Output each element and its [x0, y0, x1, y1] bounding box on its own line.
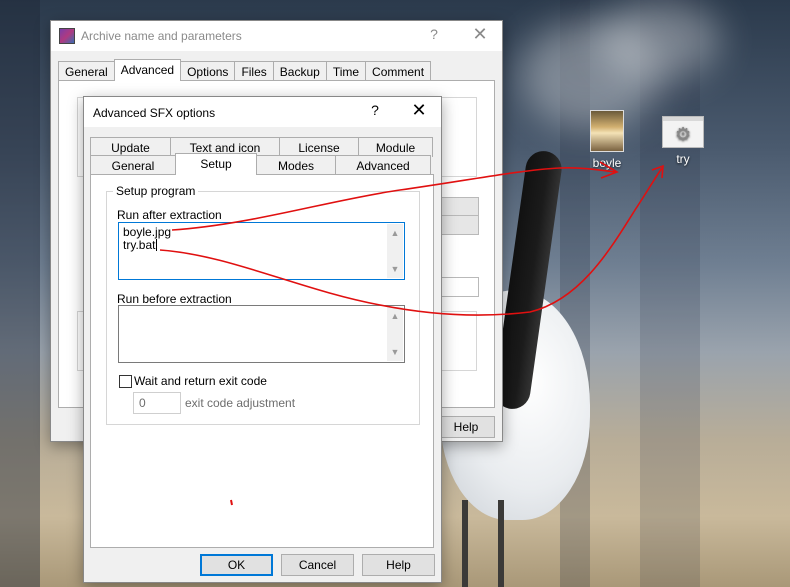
desktop-icon-boyle[interactable]: boyle	[571, 110, 643, 170]
advanced-sfx-options-dialog: Advanced SFX options ? ✕ Update Text and…	[83, 96, 442, 583]
title-bar: Archive name and parameters ? ✕	[51, 21, 502, 51]
run-after-textarea[interactable]: boyle.jpg try.bat ▲ ▼	[118, 222, 405, 280]
tab-setup[interactable]: Setup	[175, 153, 257, 175]
run-after-line: try.bat	[123, 238, 158, 252]
run-before-textarea[interactable]: ▲ ▼	[118, 305, 405, 363]
tab-backup[interactable]: Backup	[272, 61, 327, 81]
help-button[interactable]: Help	[362, 554, 435, 576]
background-field	[441, 215, 479, 235]
setup-panel: Setup program Run after extraction boyle…	[90, 174, 434, 548]
background-field	[441, 197, 479, 217]
run-after-label: Run after extraction	[117, 208, 222, 222]
title-bar: Advanced SFX options ? ✕	[84, 97, 441, 127]
vertical-scrollbar[interactable]: ▲ ▼	[387, 307, 403, 361]
background-dropdown	[441, 277, 479, 297]
close-icon[interactable]: ✕	[408, 100, 430, 121]
tab-general[interactable]: General	[90, 155, 176, 175]
tab-update[interactable]: Update	[90, 137, 171, 157]
scroll-down-icon[interactable]: ▼	[387, 262, 403, 276]
tab-time[interactable]: Time	[325, 61, 367, 81]
tab-options[interactable]: Options	[180, 61, 236, 81]
winrar-icon	[59, 28, 75, 44]
tab-files[interactable]: Files	[234, 61, 274, 81]
help-icon[interactable]: ?	[364, 102, 386, 118]
wait-exit-code-checkbox[interactable]	[119, 375, 132, 388]
close-icon[interactable]: ✕	[469, 24, 491, 45]
exit-code-adjustment-field[interactable]: 0	[133, 392, 181, 414]
tab-advanced[interactable]: Advanced	[113, 59, 182, 81]
exit-code-adjustment-label: exit code adjustment	[185, 396, 296, 410]
tab-modes[interactable]: Modes	[256, 155, 336, 175]
scroll-up-icon[interactable]: ▲	[387, 226, 403, 240]
desktop-icon-label: boyle	[592, 156, 622, 170]
run-before-label: Run before extraction	[117, 292, 232, 306]
tab-module[interactable]: Module	[358, 137, 433, 157]
desktop-icon-label: try	[676, 152, 690, 166]
tab-general[interactable]: General	[58, 61, 115, 81]
run-after-line: boyle.jpg	[123, 225, 172, 239]
cancel-button[interactable]: Cancel	[281, 554, 354, 576]
window-title: Archive name and parameters	[81, 29, 242, 43]
dialog-title: Advanced SFX options	[93, 106, 216, 120]
batch-file-gears-icon: ⚙	[662, 116, 704, 148]
tab-comment[interactable]: Comment	[365, 61, 432, 81]
ok-button[interactable]: OK	[200, 554, 273, 576]
vertical-scrollbar[interactable]: ▲ ▼	[387, 224, 403, 278]
help-button[interactable]: Help	[437, 416, 495, 438]
desktop-icon-try[interactable]: ⚙ try	[647, 116, 719, 166]
tab-advanced[interactable]: Advanced	[335, 155, 431, 175]
wait-exit-code-label: Wait and return exit code	[134, 374, 267, 388]
help-icon[interactable]: ?	[423, 26, 445, 42]
image-thumbnail-icon	[590, 110, 624, 152]
scroll-down-icon[interactable]: ▼	[387, 345, 403, 359]
group-title: Setup program	[113, 184, 199, 198]
tab-license[interactable]: License	[279, 137, 359, 157]
scroll-up-icon[interactable]: ▲	[387, 309, 403, 323]
